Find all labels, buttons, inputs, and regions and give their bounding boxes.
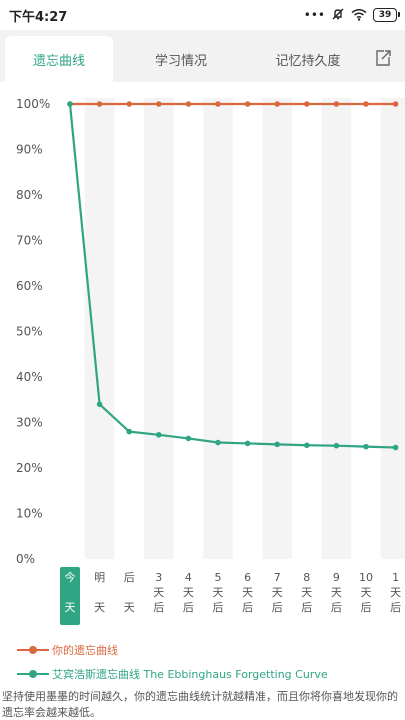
data-point-ebbinghaus (363, 443, 369, 450)
legend-dot (29, 670, 37, 678)
x-tick-label: 后 (213, 601, 224, 614)
x-tick-label: 后 (124, 571, 135, 584)
tab-bar: 遗忘曲线 学习情况 记忆持久度 (0, 30, 405, 82)
y-tick-label: 90% (16, 143, 43, 157)
x-tick-label: 后 (272, 601, 283, 614)
x-tick-label: 后 (242, 601, 253, 614)
legend-marker-ebbinghaus (17, 669, 49, 679)
x-tick-label: 后 (301, 601, 312, 614)
x-tick-label: 4 (185, 571, 192, 584)
data-point-ebbinghaus (126, 428, 132, 435)
chart-column-stripe (321, 98, 352, 559)
x-tick-label: 天 (94, 601, 105, 614)
x-tick-label: 天 (361, 586, 372, 599)
chart-column-stripe (144, 98, 174, 559)
x-tick-label: 6 (244, 571, 251, 584)
data-point-ebbinghaus (392, 444, 399, 451)
x-tick-label: 天 (301, 586, 312, 599)
legend-item-ebbinghaus: 艾宾浩斯遗忘曲线 The Ebbinghaus Forgetting Curve (0, 662, 405, 686)
chart-column-stripe (262, 98, 292, 559)
y-tick-label: 50% (16, 325, 43, 339)
x-tick-label: 10 (359, 571, 373, 584)
mute-icon (331, 6, 345, 25)
x-tick-label: 1 (392, 571, 399, 584)
y-tick-label: 60% (16, 279, 43, 293)
x-tick-label: 天 (124, 601, 135, 614)
data-point-ebbinghaus (96, 401, 103, 408)
x-tick-label: 5 (215, 571, 222, 584)
data-point-my-curve (392, 101, 399, 107)
data-point-my-curve (363, 101, 369, 107)
share-icon[interactable] (373, 48, 393, 68)
y-tick-label: 20% (16, 461, 43, 475)
y-tick-label: 100% (16, 97, 50, 111)
dots-icon: ••• (303, 8, 325, 22)
legend-label-ebbinghaus: 艾宾浩斯遗忘曲线 The Ebbinghaus Forgetting Curve (52, 668, 328, 681)
y-tick-label: 10% (16, 507, 43, 521)
battery-icon: 39 (373, 8, 400, 22)
x-tick-label: 天 (65, 601, 76, 614)
forgetting-curve-chart: 0%10%20%30%40%50%60%70%80%90%100%今天明天后天3… (16, 97, 405, 625)
y-tick-label: 30% (16, 416, 43, 430)
x-tick-label: 天 (153, 586, 164, 599)
chart-column-stripe (84, 98, 115, 559)
x-tick-label: 7 (274, 571, 281, 584)
data-point-my-curve (274, 101, 281, 107)
data-point-ebbinghaus (333, 442, 340, 449)
tab-memory-durability[interactable]: 记忆持久度 (246, 36, 370, 82)
footnote-text: 坚持使用墨墨的时间越久，你的遗忘曲线统计就越精准，而且你将你喜地发现你的遗忘率会… (2, 690, 398, 719)
y-tick-label: 70% (16, 234, 43, 248)
legend-marker-my-curve (17, 645, 49, 655)
data-point-my-curve (126, 101, 132, 107)
x-tick-label: 天 (183, 586, 194, 599)
x-tick-label: 后 (390, 601, 401, 614)
data-point-my-curve (304, 101, 310, 107)
x-tick-label: 今 (65, 570, 76, 584)
tab-study-status[interactable]: 学习情况 (120, 36, 242, 82)
x-tick-label: 3 (155, 571, 162, 584)
data-point-my-curve (185, 101, 192, 107)
x-tick-label: 后 (361, 601, 372, 614)
x-tick-label: 天 (242, 586, 253, 599)
y-tick-label: 0% (16, 552, 35, 566)
x-tick-label: 明 (94, 571, 105, 584)
data-point-ebbinghaus (185, 435, 192, 442)
status-time: 下午4:27 (9, 9, 68, 25)
x-tick-label: 后 (183, 601, 194, 614)
legend-dot (29, 646, 37, 654)
legend-label-my-curve: 你的遗忘曲线 (52, 644, 118, 657)
x-tick-label: 9 (333, 571, 340, 584)
data-point-ebbinghaus (215, 439, 221, 446)
data-point-ebbinghaus (274, 441, 281, 448)
data-point-ebbinghaus (304, 442, 310, 449)
chart-legend: 你的遗忘曲线 艾宾浩斯遗忘曲线 The Ebbinghaus Forgettin… (0, 638, 405, 686)
chart-column-stripe (380, 98, 405, 559)
x-tick-label: 天 (272, 586, 283, 599)
y-tick-label: 40% (16, 370, 43, 384)
chart-column-stripe (203, 98, 233, 559)
x-tick-label: 后 (331, 601, 342, 614)
y-tick-label: 80% (16, 188, 43, 202)
data-point-ebbinghaus (156, 431, 162, 438)
x-tick-label: 后 (153, 601, 164, 614)
x-tick-label: 天 (213, 586, 224, 599)
tab-forgetting-curve[interactable]: 遗忘曲线 (5, 36, 113, 82)
x-tick-label: 天 (331, 586, 342, 599)
data-point-my-curve (96, 101, 103, 107)
status-icons: ••• 39 (303, 6, 400, 25)
legend-item-my-curve: 你的遗忘曲线 (0, 638, 405, 662)
data-point-ebbinghaus (244, 440, 251, 447)
x-tick-label: 8 (303, 571, 310, 584)
data-point-my-curve (333, 101, 340, 107)
wifi-icon (351, 6, 367, 25)
data-point-ebbinghaus (67, 101, 73, 107)
data-point-my-curve (244, 101, 251, 107)
data-point-my-curve (215, 101, 221, 107)
data-point-my-curve (156, 101, 162, 107)
status-bar: 下午4:27 ••• 39 (0, 0, 405, 30)
x-tick-label: 天 (390, 586, 401, 599)
